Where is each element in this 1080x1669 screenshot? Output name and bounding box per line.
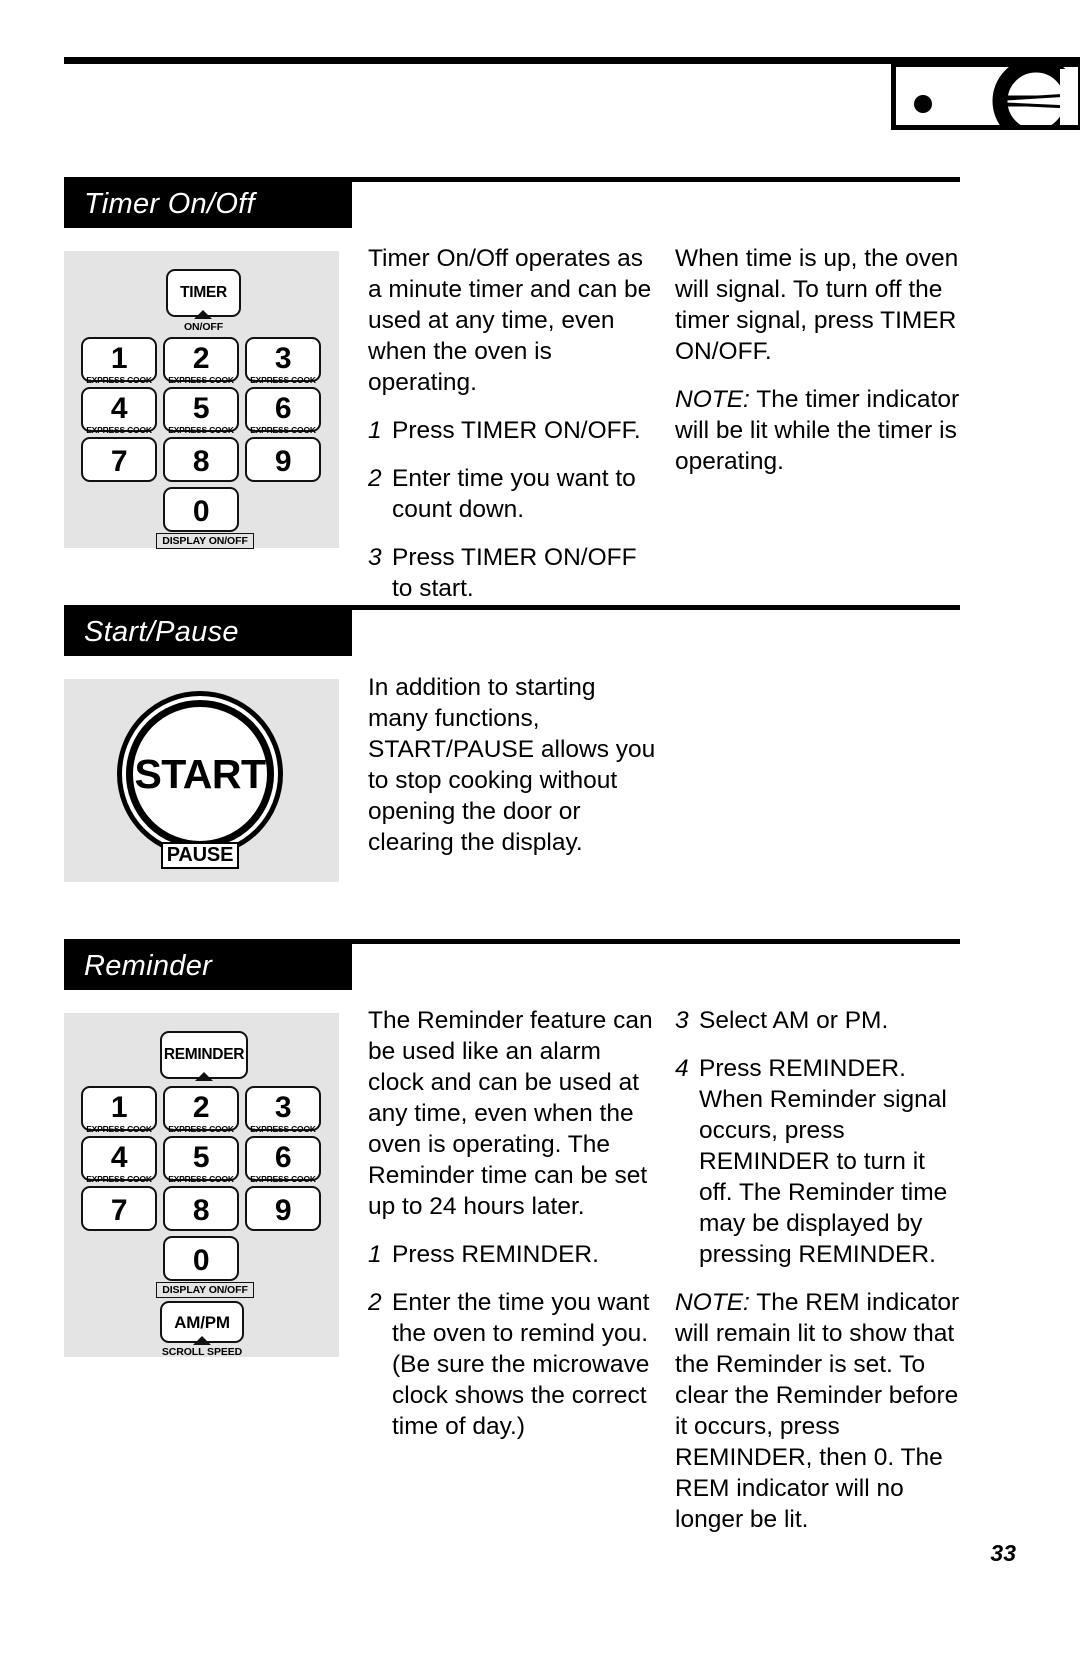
- key-3[interactable]: 3 EXPRESS COOK: [245, 337, 321, 384]
- start-pause-artwork: START PAUSE: [64, 679, 339, 882]
- section-header-timer: Timer On/Off: [64, 182, 352, 228]
- key-9[interactable]: 9: [245, 1186, 321, 1231]
- key-5[interactable]: 5 EXPRESS COOK: [163, 1136, 239, 1183]
- key-9[interactable]: 9: [245, 437, 321, 482]
- step-text: Press REMINDER.: [392, 1241, 599, 1268]
- key-5[interactable]: 5 EXPRESS COOK: [163, 387, 239, 434]
- key-1[interactable]: 1 EXPRESS COOK: [81, 1086, 157, 1133]
- timer-intro: Timer On/Off operates as a minute timer …: [368, 245, 652, 396]
- note-label: NOTE:: [675, 1289, 750, 1316]
- key-0[interactable]: 0: [163, 1236, 239, 1281]
- step-number: 2: [368, 465, 382, 492]
- step-text: Enter time you want to count down.: [392, 465, 636, 523]
- key-0-sublabel: DISPLAY ON/OFF: [156, 533, 254, 549]
- key-0-sublabel: DISPLAY ON/OFF: [156, 1282, 254, 1298]
- step-number: 1: [368, 1241, 382, 1268]
- timer-left-column: Timer On/Off operates as a minute timer …: [368, 243, 653, 621]
- timer-right-column: When time is up, the oven will signal. T…: [675, 243, 960, 477]
- reminder-note: NOTE: The REM indicator will remain lit …: [675, 1287, 965, 1535]
- manual-page: Timer On/Off TIMER ON/OFF 1 EXPRESS COOK…: [0, 0, 1080, 1669]
- start-pause-intro: In addition to starting many functions, …: [368, 674, 656, 856]
- key-timer-notch-icon: [194, 310, 212, 319]
- step-number: 2: [368, 1289, 382, 1316]
- step-text: Press REMINDER. When Reminder signal occ…: [699, 1055, 948, 1268]
- section-title-timer: Timer On/Off: [84, 188, 255, 220]
- keypad-artwork-reminder: REMINDER 1 EXPRESS COOK 2 EXPRESS COOK 3…: [64, 1013, 339, 1358]
- section-header-reminder: Reminder: [64, 944, 352, 990]
- section-title-start-pause: Start/Pause: [84, 616, 239, 648]
- key-6[interactable]: 6 EXPRESS COOK: [245, 387, 321, 434]
- key-8[interactable]: 8: [163, 437, 239, 482]
- pause-button[interactable]: PAUSE: [161, 842, 239, 869]
- key-2[interactable]: 2 EXPRESS COOK: [163, 337, 239, 384]
- pause-button-label: PAUSE: [166, 844, 234, 866]
- key-reminder-notch-icon: [195, 1072, 213, 1081]
- reminder-step-1: 1 Press REMINDER.: [368, 1239, 653, 1270]
- key-4[interactable]: 4 EXPRESS COOK: [81, 1136, 157, 1183]
- reminder-right-column: 3 Select AM or PM. 4 Press REMINDER. Whe…: [675, 1005, 965, 1535]
- timer-step-2: 2 Enter time you want to count down.: [368, 463, 653, 525]
- key-3[interactable]: 3 EXPRESS COOK: [245, 1086, 321, 1133]
- key-1[interactable]: 1 EXPRESS COOK: [81, 337, 157, 384]
- key-7[interactable]: 7: [81, 437, 157, 482]
- start-button[interactable]: START: [126, 700, 274, 848]
- start-pause-left-column: In addition to starting many functions, …: [368, 672, 658, 858]
- key-7[interactable]: 7: [81, 1186, 157, 1231]
- step-text: Press TIMER ON/OFF.: [392, 417, 641, 444]
- key-8[interactable]: 8: [163, 1186, 239, 1231]
- key-am-pm-sublabel: SCROLL SPEED: [161, 1346, 243, 1358]
- timer-signal-text: When time is up, the oven will signal. T…: [675, 245, 959, 365]
- reminder-step-3: 3 Select AM or PM.: [675, 1005, 965, 1036]
- reminder-step-4: 4 Press REMINDER. When Reminder signal o…: [675, 1053, 965, 1270]
- key-2[interactable]: 2 EXPRESS COOK: [163, 1086, 239, 1133]
- page-number: 33: [990, 1540, 1016, 1566]
- keypad-artwork-timer: TIMER ON/OFF 1 EXPRESS COOK 2 EXPRESS CO…: [64, 251, 339, 549]
- logo-dot-icon: [914, 95, 932, 113]
- key-timer-sublabel: ON/OFF: [183, 321, 224, 333]
- step-number: 3: [675, 1007, 689, 1034]
- step-number: 4: [675, 1055, 689, 1082]
- reminder-intro: The Reminder feature can be used like an…: [368, 1007, 653, 1220]
- brand-logo: [891, 62, 1080, 130]
- timer-step-3: 3 Press TIMER ON/OFF to start.: [368, 542, 653, 604]
- ge-monogram-icon: [992, 67, 1078, 125]
- section-header-start-pause: Start/Pause: [64, 610, 352, 656]
- section-title-reminder: Reminder: [84, 950, 213, 982]
- step-text: Press TIMER ON/OFF to start.: [392, 544, 637, 602]
- step-number: 3: [368, 544, 382, 571]
- note-text: The REM indicator will remain lit to sho…: [675, 1289, 960, 1533]
- key-am-pm-notch-icon: [193, 1336, 211, 1345]
- step-text: Select AM or PM.: [699, 1007, 889, 1034]
- reminder-left-column: The Reminder feature can be used like an…: [368, 1005, 653, 1459]
- key-0[interactable]: 0: [163, 487, 239, 532]
- reminder-step-2: 2 Enter the time you want the oven to re…: [368, 1287, 653, 1442]
- key-6[interactable]: 6 EXPRESS COOK: [245, 1136, 321, 1183]
- note-label: NOTE:: [675, 386, 750, 413]
- timer-note: NOTE: The timer indicator will be lit wh…: [675, 384, 960, 477]
- step-text: Enter the time you want the oven to remi…: [392, 1289, 650, 1440]
- step-number: 1: [368, 417, 382, 444]
- start-button-label: START: [134, 750, 266, 797]
- key-4[interactable]: 4 EXPRESS COOK: [81, 387, 157, 434]
- timer-step-1: 1 Press TIMER ON/OFF.: [368, 415, 653, 446]
